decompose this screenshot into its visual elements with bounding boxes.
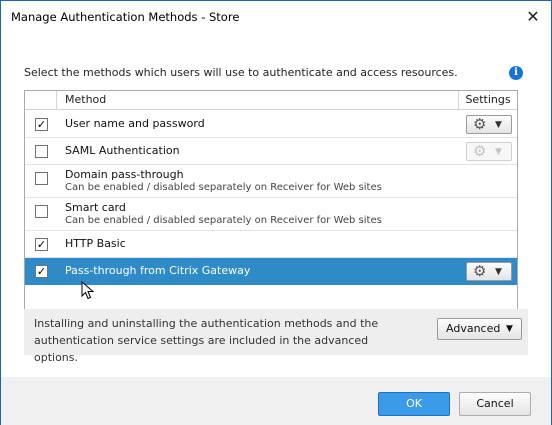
method-checkbox[interactable]: ✓ [35, 118, 48, 131]
gear-icon: ⚙ [473, 142, 487, 160]
window-title: Manage Authentication Methods - Store [11, 10, 240, 24]
table-header: Method Settings [25, 91, 517, 110]
ok-button[interactable]: OK [378, 392, 450, 416]
settings-button: ⚙ ▼ [466, 142, 512, 161]
gear-icon: ⚙ [473, 115, 487, 133]
method-label: Pass-through from Citrix Gateway [65, 264, 251, 277]
gear-icon: ⚙ [473, 262, 487, 280]
settings-button[interactable]: ⚙ ▼ [466, 115, 512, 134]
table-row[interactable]: Smart card Can be enabled / disabled sepa… [25, 198, 517, 231]
method-label: HTTP Basic [65, 237, 126, 250]
header-check-column [25, 91, 57, 110]
method-checkbox[interactable] [35, 145, 48, 158]
method-label: Domain pass-through [65, 168, 184, 181]
dialog-content: Select the methods which users will use … [1, 32, 551, 377]
table-row[interactable]: Domain pass-through Can be enabled / disa… [25, 165, 517, 198]
method-sublabel: Can be enabled / disabled separately on … [65, 215, 382, 226]
method-label: SAML Authentication [65, 144, 180, 157]
table-row[interactable]: SAML Authentication ⚙ ▼ [25, 138, 517, 165]
chevron-down-icon: ▼ [495, 120, 502, 130]
chevron-down-icon: ▼ [495, 147, 502, 157]
info-icon[interactable]: i [509, 66, 523, 80]
close-icon[interactable]: ✕ [523, 7, 543, 27]
method-label: User name and password [65, 117, 205, 130]
title-bar: Manage Authentication Methods - Store ✕ [1, 1, 551, 32]
method-checkbox[interactable]: ✓ [35, 238, 48, 251]
advanced-description: Installing and uninstalling the authenti… [34, 317, 379, 364]
table-row[interactable]: ✓ HTTP Basic [25, 231, 517, 258]
methods-table: Method Settings ✓ User name and password ⚙… [24, 90, 518, 324]
method-label: Smart card [65, 201, 126, 214]
method-checkbox[interactable] [35, 205, 48, 218]
advanced-button-label: Advanced [446, 322, 501, 335]
dialog-footer: OK Cancel [1, 377, 551, 425]
method-checkbox[interactable]: ✓ [35, 265, 48, 278]
advanced-button[interactable]: Advanced ▼ [437, 318, 522, 340]
method-checkbox[interactable] [35, 172, 48, 185]
chevron-down-icon: ▼ [506, 324, 513, 334]
dialog-window: Manage Authentication Methods - Store ✕ … [0, 0, 552, 425]
method-sublabel: Can be enabled / disabled separately on … [65, 182, 382, 193]
methods-list: ✓ User name and password ⚙ ▼ SAML Authentica… [25, 111, 517, 285]
chevron-down-icon: ▼ [495, 267, 502, 277]
mouse-cursor-icon [81, 281, 95, 300]
header-method: Method [65, 93, 107, 106]
intro-text: Select the methods which users will use … [24, 66, 458, 79]
table-row[interactable]: ✓ Pass-through from Citrix Gateway ⚙ ▼ [25, 258, 517, 285]
cancel-button[interactable]: Cancel [459, 392, 531, 416]
settings-button[interactable]: ⚙ ▼ [466, 262, 512, 281]
advanced-panel: Installing and uninstalling the authenti… [24, 309, 528, 364]
header-settings: Settings [458, 91, 517, 110]
table-row[interactable]: ✓ User name and password ⚙ ▼ [25, 111, 517, 138]
